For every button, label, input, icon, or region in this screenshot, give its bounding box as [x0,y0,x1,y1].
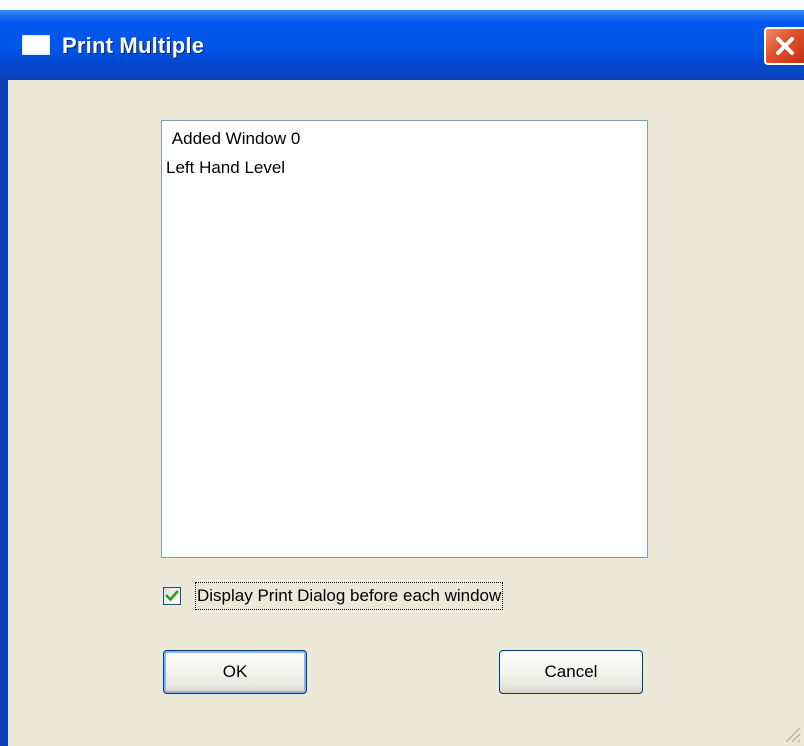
window-icon [22,35,50,55]
title-bar-top-strip [0,0,804,10]
window-listbox[interactable]: Added Window 0 Left Hand Level [161,120,648,558]
cancel-button[interactable]: Cancel [499,650,643,694]
resize-grip-icon[interactable] [782,724,802,744]
window-title: Print Multiple [62,33,205,58]
close-button[interactable] [764,27,804,65]
display-print-dialog-checkbox[interactable] [163,587,181,605]
window-right-edge [798,80,804,746]
checkmark-icon [165,590,179,602]
print-multiple-dialog: Print Multiple Added Window 0 Left Hand … [0,0,804,746]
title-bar[interactable]: Print Multiple [0,0,804,80]
close-icon [776,37,794,55]
list-item[interactable]: Left Hand Level [166,158,285,178]
display-print-dialog-label[interactable]: Display Print Dialog before each window [195,582,504,610]
list-item[interactable]: Added Window 0 [168,129,301,149]
ok-button[interactable]: OK [163,650,307,694]
